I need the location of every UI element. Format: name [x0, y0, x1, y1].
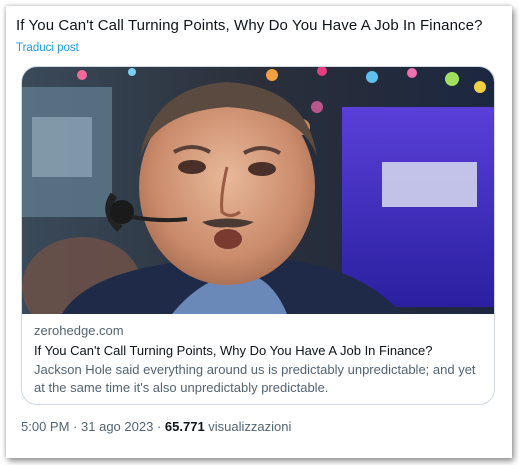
meta-separator: · [73, 419, 78, 434]
card-title: If You Can't Call Turning Points, Why Do… [34, 343, 433, 358]
trader-photo-icon [22, 67, 494, 314]
card-domain: zerohedge.com [34, 323, 124, 338]
post-date[interactable]: 31 ago 2023 [81, 419, 153, 434]
link-card[interactable]: zerohedge.com If You Can't Call Turning … [21, 66, 495, 405]
post-meta: 5:00 PM · 31 ago 2023 · 65.771 visualizz… [21, 419, 291, 434]
card-image[interactable] [22, 67, 494, 314]
views-label: visualizzazioni [208, 419, 292, 434]
tweet: If You Can't Call Turning Points, Why Do… [16, 16, 498, 56]
views-count: 65.771 [164, 419, 205, 434]
translate-post-link[interactable]: Traduci post [16, 42, 79, 54]
meta-separator-2: · [156, 419, 162, 434]
card-description: Jackson Hole said everything around us i… [34, 362, 476, 395]
post-time[interactable]: 5:00 PM [21, 419, 69, 434]
post-text: If You Can't Call Turning Points, Why Do… [16, 17, 483, 34]
